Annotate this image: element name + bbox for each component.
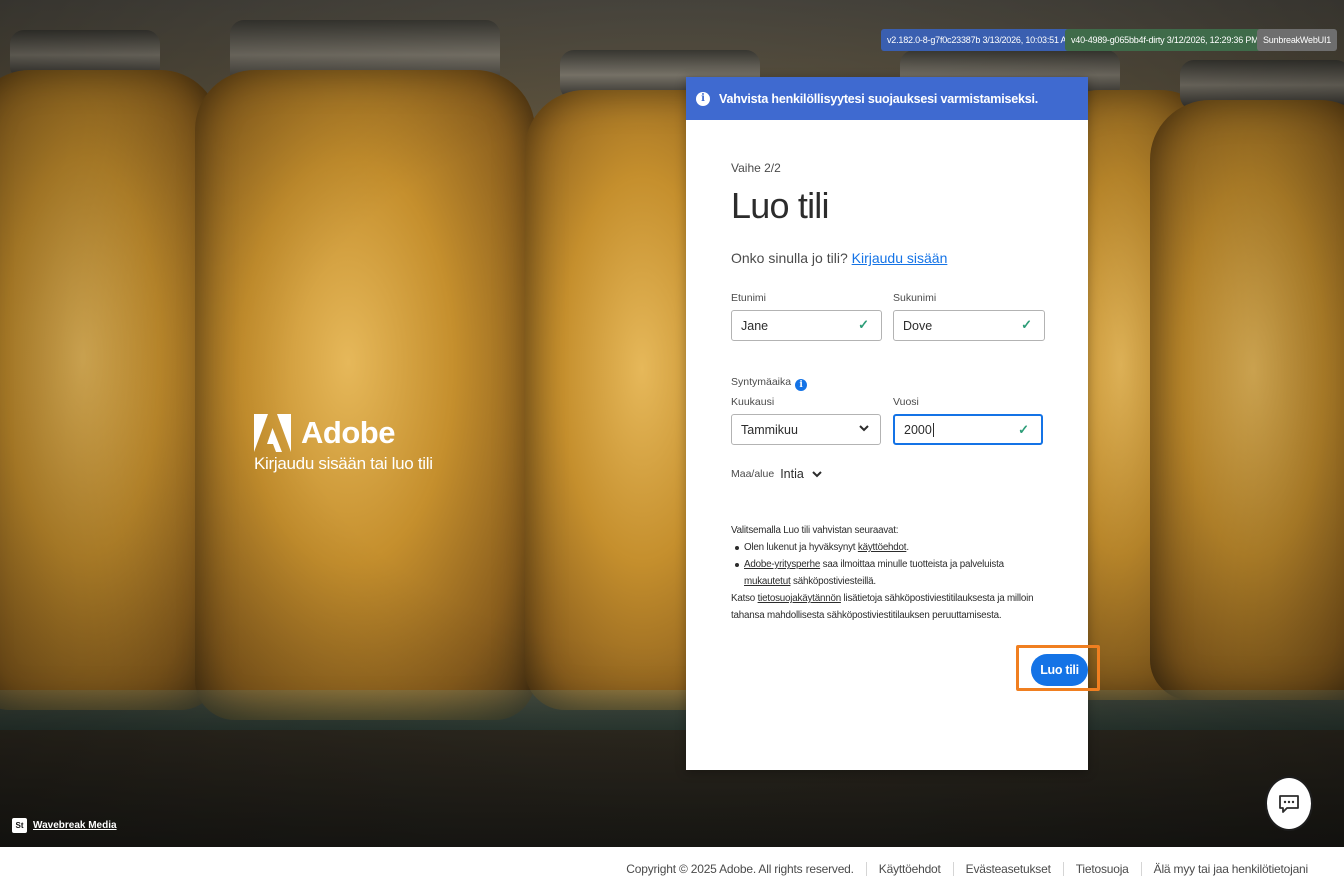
footer-link-cookies[interactable]: Evästeasetukset (952, 861, 1063, 876)
terms-link[interactable]: käyttöehdot (858, 542, 907, 553)
text-cursor (932, 422, 934, 437)
version-badge-server: v40-4989-g065bb4f-dirty 3/12/2026, 12:29… (1065, 29, 1265, 51)
legal-text: Valitsemalla Luo tili vahvistan seuraava… (731, 522, 1051, 624)
banner-text: Vahvista henkilöllisyytesi suojauksesi v… (719, 91, 1039, 106)
month-label: Kuukausi (731, 396, 775, 408)
valid-check-icon: ✓ (858, 317, 869, 332)
chat-icon (1279, 794, 1299, 813)
legal-item-terms: Olen lukenut ja hyväksynyt käyttöehdot. (735, 539, 1051, 556)
privacy-policy-link[interactable]: tietosuojakäytännön (758, 593, 842, 604)
first-name-field[interactable]: Jane ✓ (731, 310, 882, 341)
year-value: 2000 (904, 422, 932, 437)
sign-in-link[interactable]: Kirjaudu sisään (852, 250, 948, 266)
info-icon: i (696, 91, 710, 106)
footer-link-do-not-sell[interactable]: Älä myy tai jaa henkilötietojani (1140, 861, 1320, 876)
step-indicator: Vaihe 2/2 (731, 161, 781, 175)
last-name-field[interactable]: Dove ✓ (893, 310, 1045, 341)
first-name-label: Etunimi (731, 292, 767, 304)
adobe-family-link[interactable]: Adobe-yritysperhe (744, 559, 820, 570)
legal-intro: Valitsemalla Luo tili vahvistan seuraava… (731, 525, 899, 536)
info-icon[interactable]: i (795, 379, 808, 391)
have-account-text: Onko sinulla jo tili? (731, 250, 848, 266)
valid-check-icon: ✓ (1021, 317, 1032, 332)
legal-text-fragment: sähköpostiviesteillä. (793, 576, 876, 587)
photo-credit-link[interactable]: Wavebreak Media (33, 820, 117, 831)
identity-banner: i Vahvista henkilöllisyytesi suojauksesi… (686, 77, 1088, 120)
birthdate-label-row: Syntymäaika i (731, 376, 808, 391)
chevron-down-icon (812, 471, 822, 478)
legal-text-fragment: saa ilmoittaa minulle tuotteista ja palv… (822, 559, 1004, 570)
month-value: Tammikuu (741, 422, 798, 437)
legal-text-fragment: Katso (731, 593, 756, 604)
footer-link-terms[interactable]: Käyttöehdot (865, 861, 953, 876)
valid-check-icon: ✓ (1018, 422, 1029, 437)
year-field[interactable]: 2000 ✓ (893, 414, 1043, 445)
legal-item-marketing: Adobe-yritysperhe saa ilmoittaa minulle … (735, 556, 1051, 590)
chevron-down-icon (859, 425, 869, 432)
version-badge-web: v2.182.0-8-g7f0c23387b 3/13/2026, 10:03:… (881, 29, 1080, 51)
adobe-stock-icon: St (12, 818, 27, 833)
year-label: Vuosi (893, 396, 919, 408)
last-name-label: Sukunimi (893, 292, 937, 304)
month-select[interactable]: Tammikuu (731, 414, 881, 445)
copyright-text: Copyright © 2025 Adobe. All rights reser… (626, 861, 854, 876)
chat-button[interactable] (1265, 776, 1313, 831)
photo-credit: St Wavebreak Media (12, 818, 117, 833)
region-value: Intia (780, 467, 804, 481)
legal-list: Olen lukenut ja hyväksynyt käyttöehdot. … (731, 539, 1051, 590)
footer: Copyright © 2025 Adobe. All rights reser… (0, 847, 1344, 890)
region-label: Maa/alue (731, 468, 775, 480)
brand-tagline: Kirjaudu sisään tai luo tili (254, 454, 433, 473)
last-name-value: Dove (903, 318, 933, 333)
vignette (0, 0, 1344, 847)
region-selector[interactable]: Maa/alue Intia (731, 467, 824, 481)
signup-card: i Vahvista henkilöllisyytesi suojauksesi… (686, 77, 1100, 770)
first-name-value: Jane (741, 318, 769, 333)
page-title: Luo tili (731, 185, 829, 226)
legal-text-fragment: Olen lukenut ja hyväksynyt (744, 542, 856, 553)
customized-link[interactable]: mukautetut (744, 576, 791, 587)
brand-block: Adobe Kirjaudu sisään tai luo tili (254, 414, 433, 474)
create-account-button[interactable]: Luo tili (1031, 654, 1088, 686)
legal-text-fragment: . (906, 542, 909, 553)
brand-name: Adobe (301, 415, 395, 450)
birthdate-label: Syntymäaika (731, 376, 792, 388)
privacy-note: Katso tietosuojakäytännön lisätietoja sä… (731, 590, 1051, 624)
background-photo (0, 0, 1344, 847)
adobe-logo-icon (254, 414, 291, 452)
have-account-row: Onko sinulla jo tili? Kirjaudu sisään (731, 250, 947, 266)
version-badge-env: SunbreakWebUI1 (1257, 29, 1338, 51)
footer-link-privacy[interactable]: Tietosuoja (1062, 861, 1141, 876)
